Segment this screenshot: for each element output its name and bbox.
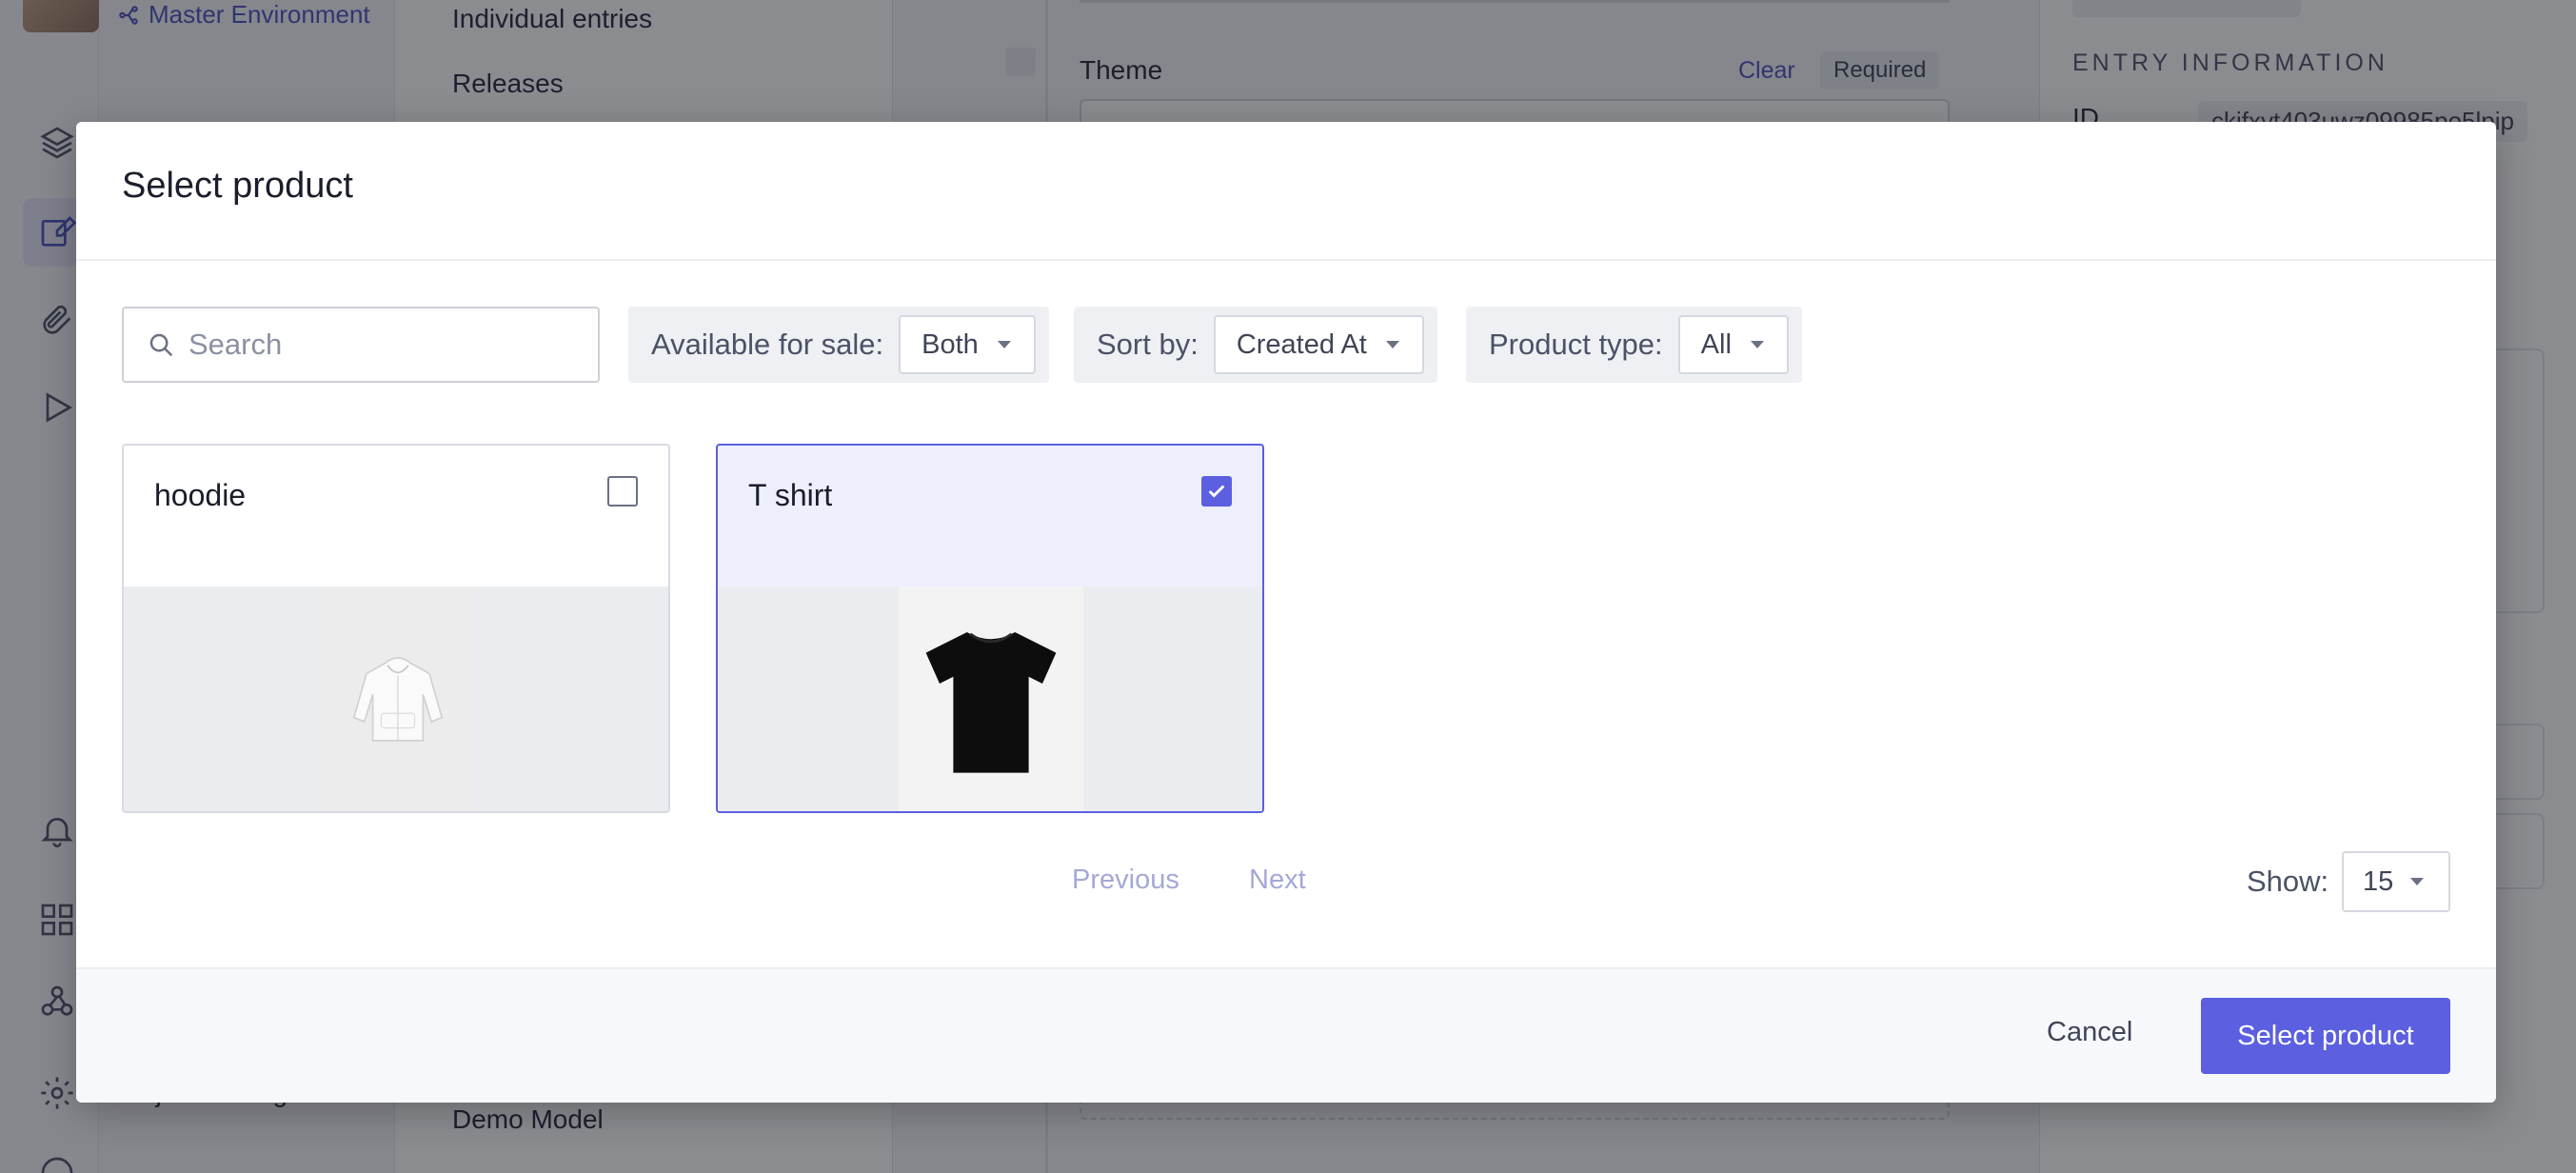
sort-by-select[interactable]: Created At	[1213, 315, 1424, 374]
chevron-down-icon	[997, 341, 1011, 348]
product-name: T shirt	[748, 478, 833, 512]
select-product-dialog: Select product Available for sale: Both …	[76, 122, 2496, 1103]
chevron-down-icon	[1750, 341, 1764, 348]
search-input[interactable]	[188, 328, 569, 362]
chevron-down-icon	[1385, 341, 1399, 348]
header-divider	[76, 259, 2496, 261]
product-type-select[interactable]: All	[1677, 315, 1789, 374]
select-product-button[interactable]: Select product	[2201, 998, 2450, 1074]
tshirt-image	[925, 632, 1057, 773]
filter-available-for-sale: Available for sale: Both	[628, 307, 1049, 383]
dialog-title: Select product	[122, 166, 353, 206]
select-value: All	[1700, 328, 1732, 360]
search-box[interactable]	[122, 307, 600, 383]
search-icon	[149, 333, 173, 357]
cancel-button[interactable]: Cancel	[2047, 1017, 2132, 1048]
hoodie-image	[352, 657, 444, 742]
product-name: hoodie	[154, 478, 247, 512]
product-checkbox[interactable]	[1201, 476, 1232, 507]
product-image-t-shirt	[899, 586, 1083, 811]
product-media	[718, 586, 1262, 811]
product-card-t-shirt[interactable]: T shirt	[716, 444, 1264, 813]
product-checkbox[interactable]	[607, 476, 638, 507]
previous-page-button[interactable]: Previous	[1072, 865, 1179, 896]
select-value: 15	[2363, 865, 2394, 897]
page-size-dropdown[interactable]: 15	[2342, 851, 2450, 912]
product-card-hoodie[interactable]: hoodie	[122, 444, 670, 813]
product-media	[124, 586, 668, 811]
page-size-label: Show:	[2247, 865, 2329, 898]
dialog-footer: Cancel Select product	[76, 967, 2496, 1103]
filter-label: Available for sale:	[651, 328, 884, 361]
product-image-hoodie	[322, 586, 474, 811]
available-for-sale-select[interactable]: Both	[899, 315, 1036, 374]
select-value: Both	[921, 328, 979, 360]
filter-sort-by: Sort by: Created At	[1074, 307, 1437, 383]
filter-product-type: Product type: All	[1466, 307, 1802, 383]
page-size-select[interactable]: 15	[2342, 851, 2450, 912]
check-icon	[1208, 485, 1225, 498]
filter-label: Product type:	[1489, 328, 1663, 361]
next-page-button[interactable]: Next	[1249, 865, 1306, 896]
select-value: Created At	[1236, 328, 1367, 360]
chevron-down-icon	[2410, 878, 2425, 885]
filter-label: Sort by:	[1097, 328, 1199, 361]
